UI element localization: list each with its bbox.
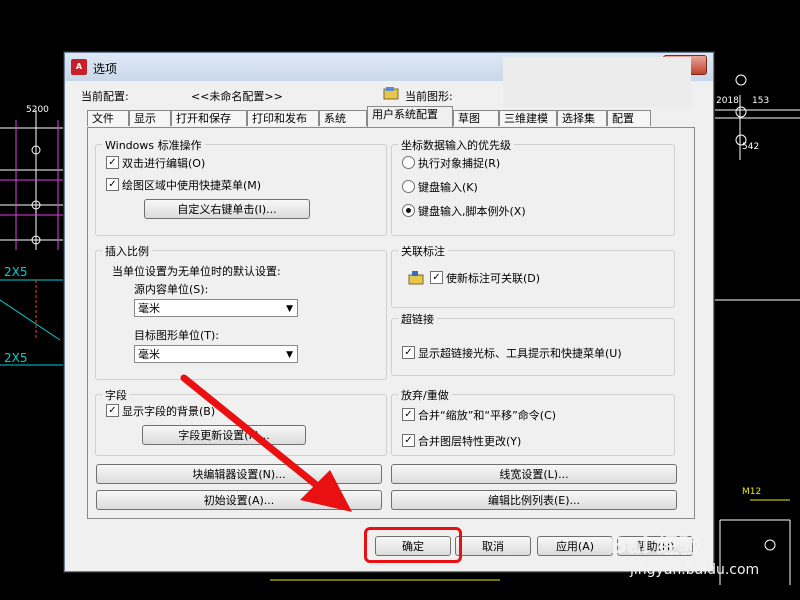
- baidu-watermark-url: jingyan.baidu.com: [630, 562, 760, 578]
- baidu-watermark: Bai 经验: [610, 534, 701, 559]
- ok-button-highlight: [364, 527, 462, 563]
- tab-user-preferences[interactable]: 用户系统配置: [367, 106, 453, 127]
- annotation-arrow: [180, 374, 352, 512]
